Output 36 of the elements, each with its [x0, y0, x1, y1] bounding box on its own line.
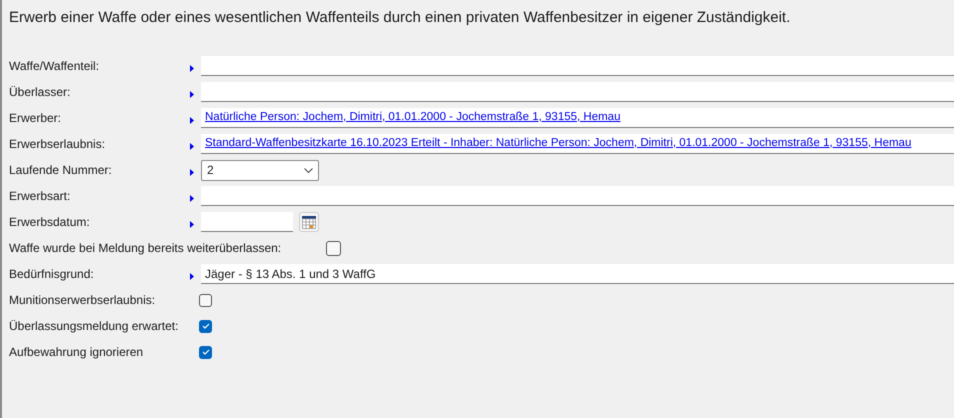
calendar-button[interactable]: [299, 212, 319, 232]
text-field[interactable]: [201, 56, 954, 76]
checkbox[interactable]: [199, 320, 212, 332]
checkbox[interactable]: [199, 346, 212, 358]
arrow-icon[interactable]: [190, 143, 194, 150]
checkbox[interactable]: [326, 240, 342, 256]
checkmark-icon: [202, 349, 210, 355]
field-label: Munitionserwerbserlaubnis:: [9, 292, 156, 309]
arrow-icon[interactable]: [190, 195, 194, 202]
field-label: Überlasser:: [9, 84, 72, 101]
chevron-down-icon: [304, 168, 313, 172]
text-field[interactable]: [201, 186, 954, 206]
field-label: Überlassungsmeldung erwartet:: [9, 318, 180, 335]
arrow-icon[interactable]: [190, 169, 194, 176]
checkbox[interactable]: [199, 294, 212, 306]
date-field[interactable]: [201, 212, 293, 232]
checkmark-icon: [202, 323, 210, 329]
field-label: Bedürfnisgrund:: [9, 266, 95, 283]
arrow-icon[interactable]: [190, 221, 194, 228]
field-label: Waffe/Waffenteil:: [9, 58, 100, 75]
field-label: Waffe wurde bei Meldung bereits weiterüberlassen:: [9, 240, 282, 257]
field-label: Erwerber:: [9, 110, 62, 127]
arrow-icon[interactable]: [190, 65, 194, 72]
field-label: Erwerbserlaubnis:: [9, 136, 106, 153]
calendar-icon: [302, 216, 316, 228]
field-label: Laufende Nummer:: [9, 162, 113, 179]
arrow-icon[interactable]: [190, 117, 194, 124]
arrow-icon[interactable]: [190, 91, 194, 98]
field-label: Erwerbsart:: [9, 188, 72, 205]
arrow-icon[interactable]: [190, 273, 194, 280]
dropdown[interactable]: 2: [201, 160, 319, 180]
field-label: Erwerbsdatum:: [9, 214, 91, 231]
form-title: Erwerb einer Waffe oder eines wesentlichen Waffenteils durch einen privaten Waffenbesitzer in eigener Zuständigkeit.: [9, 8, 792, 28]
field-label: Aufbewahrung ignorieren: [9, 344, 144, 361]
text-field[interactable]: [201, 82, 954, 102]
text-field[interactable]: Jäger - § 13 Abs. 1 und 3 WaffG: [201, 264, 954, 284]
